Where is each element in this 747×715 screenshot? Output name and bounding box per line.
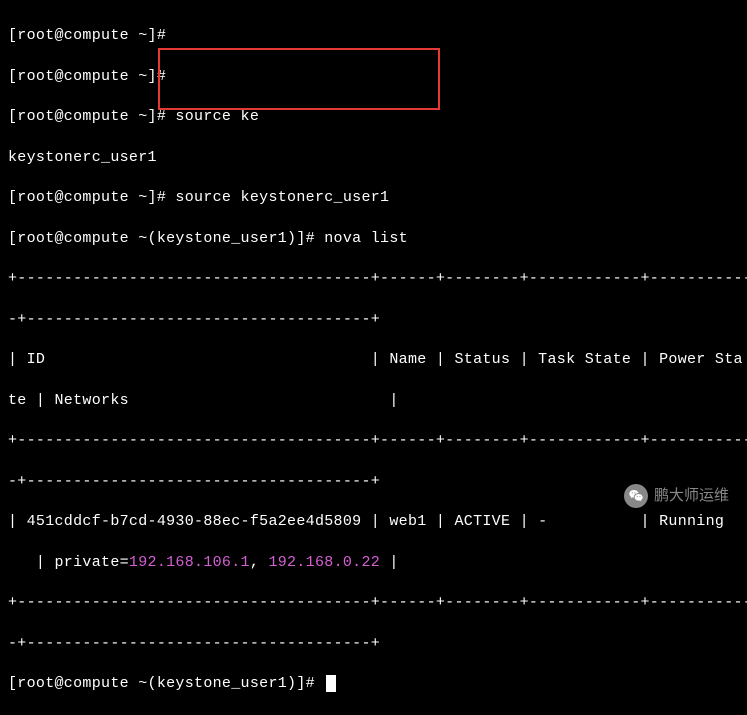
row-suffix: | <box>380 554 399 571</box>
cursor <box>326 675 336 692</box>
ip-address: 192.168.106.1 <box>129 554 250 571</box>
table-border: +--------------------------------------+… <box>8 431 739 451</box>
completion-line: keystonerc_user1 <box>8 148 739 168</box>
wechat-icon <box>624 484 648 508</box>
table-border: -+-------------------------------------+ <box>8 634 739 654</box>
prompt-line: [root@compute ~]# <box>8 67 739 87</box>
prompt-line: [root@compute ~]# <box>8 26 739 46</box>
watermark: 鹏大师运维 <box>624 484 729 508</box>
command-line: [root@compute ~(keystone_user1)]# nova l… <box>8 229 739 249</box>
watermark-text: 鹏大师运维 <box>654 486 729 506</box>
command-line: [root@compute ~]# source keystonerc_user… <box>8 188 739 208</box>
row-prefix: | private= <box>8 554 129 571</box>
command-line: [root@compute ~]# source ke <box>8 107 739 127</box>
prompt-active[interactable]: [root@compute ~(keystone_user1)]# <box>8 674 739 694</box>
table-header: | ID | Name | Status | Task State | Powe… <box>8 350 739 370</box>
comma-sep: , <box>250 554 269 571</box>
table-row: | 451cddcf-b7cd-4930-88ec-f5a2ee4d5809 |… <box>8 512 739 532</box>
table-border: +--------------------------------------+… <box>8 593 739 613</box>
ip-address: 192.168.0.22 <box>268 554 380 571</box>
table-row: | private=192.168.106.1, 192.168.0.22 | <box>8 553 739 573</box>
table-border: +--------------------------------------+… <box>8 269 739 289</box>
table-header: te | Networks | <box>8 391 739 411</box>
terminal-output[interactable]: [root@compute ~]# [root@compute ~]# [roo… <box>8 6 739 715</box>
table-border: -+-------------------------------------+ <box>8 310 739 330</box>
